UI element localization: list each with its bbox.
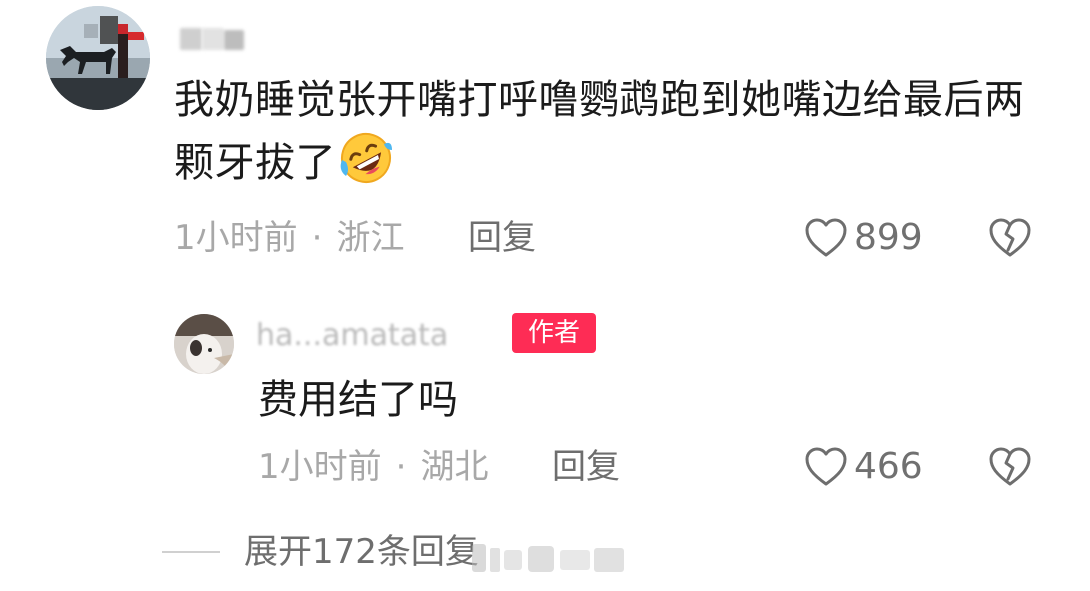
comment-dislike-button[interactable] — [988, 216, 1032, 260]
comment-meta: 1小时前 · 浙江 — [174, 218, 404, 258]
reply-body: 费用结了吗 — [258, 377, 458, 423]
comment-location: 浙江 — [336, 218, 405, 258]
meta-separator: · — [311, 218, 323, 258]
cat-photo-image — [174, 314, 234, 374]
username-blur-block — [180, 28, 202, 50]
watermark-logo-icon — [472, 544, 624, 572]
broken-heart-icon — [989, 218, 1031, 257]
reply-like-button[interactable]: 466 — [804, 445, 923, 489]
broken-heart-icon — [989, 447, 1031, 486]
commenter-username[interactable] — [180, 26, 248, 52]
comment-body: 我奶睡觉张开嘴打呼噜鹦鹉跑到她嘴边给最后两颗牙拔了 — [174, 70, 1054, 193]
horse-silhouette-image — [46, 6, 150, 110]
comment-like-count: 899 — [854, 217, 923, 258]
reply-reply-button[interactable]: 回复 — [552, 447, 620, 487]
reply-time: 1小时前 — [258, 447, 382, 487]
expand-replies-button[interactable]: 展开172条回复 — [244, 531, 479, 573]
reply-dislike-button[interactable] — [988, 445, 1032, 489]
reply-username[interactable]: ha...amatata — [256, 318, 448, 354]
username-blur-block — [202, 28, 224, 50]
comment-time: 1小时前 — [174, 218, 298, 258]
rolling-on-floor-laughing-emoji-icon — [340, 133, 392, 183]
comment-like-button[interactable]: 899 — [804, 216, 923, 260]
expand-divider — [162, 551, 220, 553]
reply-meta: 1小时前 · 湖北 — [258, 447, 488, 487]
heart-outline-icon — [805, 447, 847, 486]
reply-avatar[interactable] — [174, 314, 234, 374]
comment-reply-button[interactable]: 回复 — [468, 218, 536, 258]
author-badge: 作者 — [512, 313, 596, 353]
reply-location: 湖北 — [420, 447, 489, 487]
username-blur-block — [224, 30, 244, 50]
heart-outline-icon — [805, 218, 847, 257]
reply-like-count: 466 — [854, 446, 923, 487]
meta-separator: · — [395, 447, 407, 487]
commenter-avatar[interactable] — [46, 6, 150, 110]
comment-thread: 我奶睡觉张开嘴打呼噜鹦鹉跑到她嘴边给最后两颗牙拔了 1小时前 · 浙江 回复 899 — [0, 0, 1090, 591]
comment-text: 我奶睡觉张开嘴打呼噜鹦鹉跑到她嘴边给最后两颗牙拔了 — [174, 77, 1025, 186]
